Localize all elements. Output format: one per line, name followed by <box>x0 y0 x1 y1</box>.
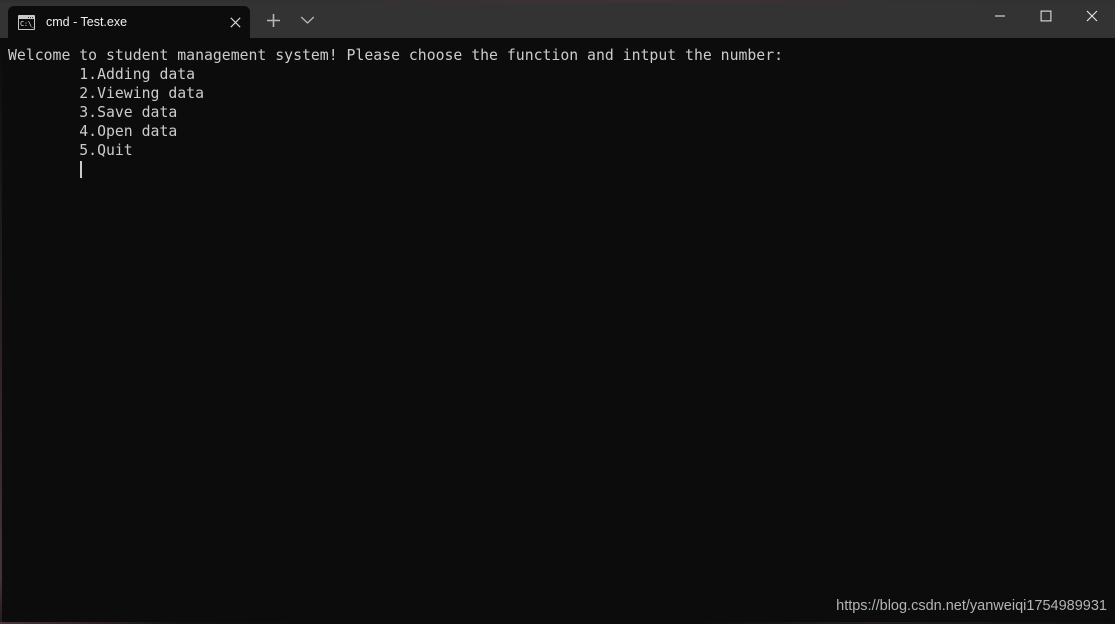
tab-strip: C:\_ cmd - Test.exe <box>0 0 977 38</box>
minimize-button[interactable] <box>977 0 1023 32</box>
terminal-line: 2.Viewing data <box>8 85 204 102</box>
tab-close-icon[interactable] <box>220 7 250 37</box>
tab-cmd-test-exe[interactable]: C:\_ cmd - Test.exe <box>8 6 250 38</box>
terminal-window: C:\_ cmd - Test.exe <box>0 0 1115 624</box>
new-tab-button[interactable] <box>256 5 290 35</box>
tab-title: cmd - Test.exe <box>46 15 128 29</box>
terminal-line: 3.Save data <box>8 104 178 121</box>
title-bar[interactable]: C:\_ cmd - Test.exe <box>0 0 1115 38</box>
terminal-line: 4.Open data <box>8 123 178 140</box>
chevron-down-icon <box>300 16 314 24</box>
watermark-text: https://blog.csdn.net/yanweiqi1754989931 <box>836 598 1107 614</box>
tab-dropdown-button[interactable] <box>290 5 324 35</box>
maximize-icon <box>1040 10 1052 22</box>
plus-icon <box>266 13 280 27</box>
terminal-line: 1.Adding data <box>8 66 196 83</box>
window-controls <box>977 0 1115 38</box>
minimize-icon <box>995 15 1005 17</box>
terminal-line: 5.Quit <box>8 142 133 159</box>
cmd-console-icon: C:\_ <box>18 14 35 30</box>
terminal-output-area[interactable]: Welcome to student management system! Pl… <box>0 38 1115 624</box>
close-icon <box>1086 10 1098 22</box>
cmd-icon-prompt: C:\_ <box>20 19 34 28</box>
text-cursor <box>80 161 82 178</box>
terminal-cursor-line <box>8 160 1115 179</box>
terminal-line: Welcome to student management system! Pl… <box>8 47 784 64</box>
left-edge-tint <box>0 38 2 624</box>
maximize-button[interactable] <box>1023 0 1069 32</box>
close-button[interactable] <box>1069 0 1115 32</box>
